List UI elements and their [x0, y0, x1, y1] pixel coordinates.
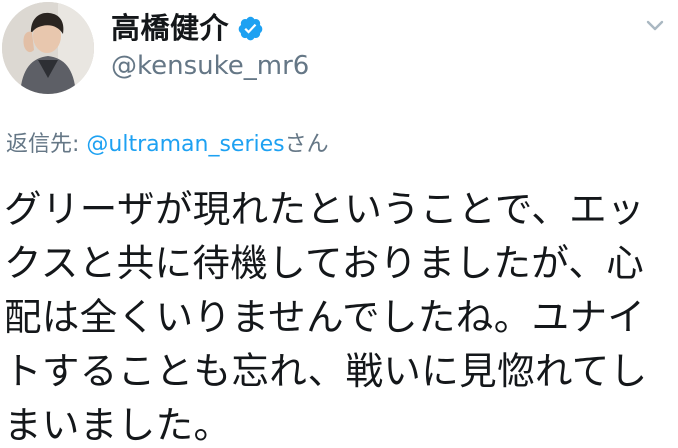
author-username[interactable]: @kensuke_mr6	[111, 50, 309, 82]
author-name-row: 高橋健介	[111, 10, 264, 46]
reply-handle-link[interactable]: @ultraman_series	[86, 132, 284, 157]
chevron-down-icon[interactable]	[644, 14, 666, 36]
author-display-name[interactable]: 高橋健介	[111, 10, 229, 46]
tweet-card: 高橋健介 @kensuke_mr6 返信先: @ultraman_seriesさ…	[0, 0, 678, 448]
reply-suffix: さん	[284, 132, 329, 157]
tweet-text: グリーザが現れたということで、エックスと共に待機しておりましたが、心配は全くいり…	[4, 187, 648, 447]
avatar-image	[2, 2, 94, 94]
verified-badge-icon	[237, 15, 264, 42]
avatar[interactable]	[2, 2, 94, 94]
reply-context: 返信先: @ultraman_seriesさん	[6, 130, 329, 160]
tweet-header: 高橋健介 @kensuke_mr6	[0, 0, 678, 110]
reply-prefix: 返信先:	[6, 132, 87, 157]
